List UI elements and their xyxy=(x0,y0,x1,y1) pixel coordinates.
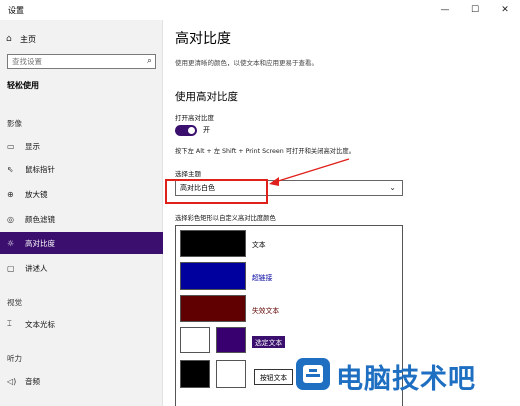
window-title: 设置 xyxy=(8,6,24,15)
title-bar: 设置 — ☐ ✕ xyxy=(0,0,520,20)
sidebar-item-mouse-pointer[interactable]: ⇖ 鼠标指针 xyxy=(0,158,163,180)
mouse-pointer-icon: ⇖ xyxy=(7,164,14,174)
button-text-color-swatch[interactable] xyxy=(180,360,210,388)
sidebar-item-narrator[interactable]: ▢ 讲述人 xyxy=(0,257,163,279)
toggle-knob xyxy=(188,127,195,134)
sidebar-home[interactable]: ⌂ 主页 xyxy=(6,32,36,46)
sidebar-item-label: 文本光标 xyxy=(25,319,55,329)
sidebar-item-label: 颜色滤镜 xyxy=(25,214,55,224)
sidebar-item-label: 音频 xyxy=(25,376,40,386)
annotation-highlight-box xyxy=(165,179,268,204)
hyperlink-color-label: 超链接 xyxy=(252,274,273,282)
watermark-logo xyxy=(296,358,330,390)
shortcut-hint: 按下左 Alt + 左 Shift + Print Screen 可打开和关闭高… xyxy=(175,148,355,155)
theme-label: 选择主题 xyxy=(175,170,201,178)
narrator-icon: ▢ xyxy=(7,263,15,273)
toggle-label: 打开高对比度 xyxy=(175,114,214,122)
hyperlink-color-swatch[interactable] xyxy=(180,262,246,290)
text-color-swatch[interactable] xyxy=(180,230,246,257)
search-box[interactable]: ⌕ xyxy=(7,54,156,69)
group-label-vision: 影像 xyxy=(7,119,22,128)
sidebar-item-label: 讲述人 xyxy=(25,263,48,273)
sidebar-item-label: 放大镜 xyxy=(25,189,48,199)
group-label-interaction: 视觉 xyxy=(7,298,22,307)
sidebar-item-high-contrast[interactable]: ☼ 高对比度 xyxy=(0,232,163,254)
disabled-text-color-swatch[interactable] xyxy=(180,295,246,322)
group-label-hearing: 听力 xyxy=(7,354,22,363)
toggle-state: 开 xyxy=(203,126,210,134)
sidebar-item-label: 显示 xyxy=(25,141,40,151)
sidebar-item-display[interactable]: ▭ 显示 xyxy=(0,135,163,157)
high-contrast-toggle[interactable] xyxy=(175,125,197,136)
sidebar: ⌂ 主页 ⌕ 轻松使用 影像 ▭ 显示 ⇖ 鼠标指针 ⊕ 放大镜 ◎ 颜色滤镜 … xyxy=(0,20,163,406)
home-icon: ⌂ xyxy=(6,34,12,44)
maximize-button[interactable]: ☐ xyxy=(460,0,490,20)
button-background-color-swatch[interactable] xyxy=(216,360,246,388)
display-icon: ▭ xyxy=(7,141,15,151)
page-description: 使用更清晰的颜色，以使文本和应用更易于查看。 xyxy=(175,59,318,67)
magnifier-icon: ⊕ xyxy=(7,189,14,199)
sidebar-item-color-filter[interactable]: ◎ 颜色滤镜 xyxy=(0,208,163,230)
page-title: 高对比度 xyxy=(175,31,231,47)
sidebar-item-magnifier[interactable]: ⊕ 放大镜 xyxy=(0,183,163,205)
sidebar-item-text-cursor[interactable]: ⌶ 文本光标 xyxy=(0,313,163,335)
text-color-label: 文本 xyxy=(252,241,266,249)
home-label: 主页 xyxy=(20,34,36,44)
selected-text-color-swatch[interactable] xyxy=(180,327,210,353)
color-filter-icon: ◎ xyxy=(7,214,14,224)
audio-icon: ◁) xyxy=(7,376,17,386)
sidebar-heading: 轻松使用 xyxy=(7,81,39,90)
chevron-down-icon: ⌄ xyxy=(389,183,396,192)
high-contrast-icon: ☼ xyxy=(7,238,15,248)
close-button[interactable]: ✕ xyxy=(490,0,520,20)
search-input[interactable] xyxy=(8,57,136,66)
watermark: 电脑技术吧 xyxy=(286,346,520,406)
palette-label: 选择彩色矩形以自定义高对比度颜色 xyxy=(175,215,276,222)
selected-background-color-swatch[interactable] xyxy=(216,327,246,353)
settings-window: 设置 — ☐ ✕ ⌂ 主页 ⌕ 轻松使用 影像 ▭ 显示 ⇖ 鼠标指针 ⊕ 放大… xyxy=(0,0,520,406)
sidebar-item-audio[interactable]: ◁) 音频 xyxy=(0,370,163,392)
minimize-button[interactable]: — xyxy=(430,0,460,20)
selected-text-label: 选定文本 xyxy=(252,336,286,348)
sidebar-item-label: 高对比度 xyxy=(25,238,55,248)
sidebar-item-label: 鼠标指针 xyxy=(25,164,55,174)
text-cursor-icon: ⌶ xyxy=(7,319,12,328)
watermark-text: 电脑技术吧 xyxy=(336,364,476,395)
section-title: 使用高对比度 xyxy=(175,91,238,103)
search-icon[interactable]: ⌕ xyxy=(147,56,152,66)
disabled-text-color-label: 失效文本 xyxy=(252,307,280,315)
